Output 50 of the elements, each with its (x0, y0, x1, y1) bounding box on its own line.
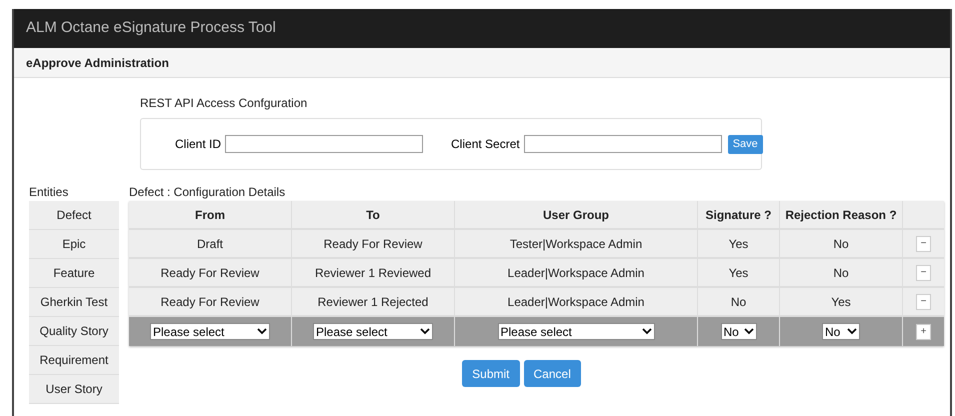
entity-item[interactable]: Quality Story (29, 317, 119, 346)
chevron-down-icon (847, 328, 857, 335)
remove-row-button[interactable]: − (916, 264, 931, 280)
column-header: User Group (455, 201, 698, 228)
table-cell: Ready For Review (129, 288, 292, 315)
add-row-button[interactable]: + (916, 324, 931, 340)
client-secret-field[interactable] (524, 135, 722, 153)
table-cell: Leader|Workspace Admin (455, 259, 698, 286)
table-cell: Ready For Review (292, 230, 455, 257)
entity-item[interactable]: Epic (29, 230, 119, 259)
chevron-down-icon (257, 328, 267, 335)
table-title: Defect : Configuration Details (129, 185, 286, 200)
table-cell: No (780, 230, 903, 257)
entities-title: Entities (29, 185, 70, 200)
table-cell: Tester|Workspace Admin (455, 230, 698, 257)
entity-item[interactable]: Feature (29, 259, 119, 288)
remove-row-button[interactable]: − (916, 294, 931, 310)
table-cell: Reviewer 1 Rejected (292, 288, 455, 315)
dropdown[interactable]: No (822, 323, 860, 340)
entity-item[interactable]: Requirement (29, 346, 119, 375)
table-cell: Yes (698, 230, 780, 257)
client-id-field[interactable] (225, 135, 424, 153)
table-cell: Yes (698, 259, 780, 286)
dropdown[interactable]: Please select (150, 323, 270, 340)
column-header: From (129, 201, 292, 228)
window-title: ALM Octane eSignature Process Tool (26, 18, 276, 38)
table-cell: Leader|Workspace Admin (455, 288, 698, 315)
table-cell: Draft (129, 230, 292, 257)
chevron-down-icon (744, 328, 754, 335)
table-cell: Reviewer 1 Reviewed (292, 259, 455, 286)
column-header: Rejection Reason ? (780, 201, 903, 228)
column-header: Signature ? (698, 201, 780, 228)
client-id-label: Client ID (175, 136, 222, 153)
table-cell: No (780, 259, 903, 286)
column-header: To (292, 201, 455, 228)
table-cell: No (698, 288, 780, 315)
entity-item[interactable]: User Story (29, 375, 119, 404)
table-cell: Ready For Review (129, 259, 292, 286)
section-title: REST API Access Confguration (140, 95, 308, 112)
chevron-down-icon (642, 328, 652, 335)
dropdown[interactable]: Please select (313, 323, 433, 340)
remove-row-button[interactable]: − (916, 236, 931, 252)
page-header: eApprove Administration (26, 54, 169, 72)
entity-item[interactable]: Gherkin Test (29, 288, 119, 317)
client-secret-label: Client Secret (451, 136, 520, 153)
dropdown[interactable]: Please select (498, 323, 654, 340)
table-cell: Yes (780, 288, 903, 315)
entity-item[interactable]: Defect (29, 201, 119, 230)
chevron-down-icon (420, 328, 430, 335)
dropdown[interactable]: No (720, 323, 756, 340)
